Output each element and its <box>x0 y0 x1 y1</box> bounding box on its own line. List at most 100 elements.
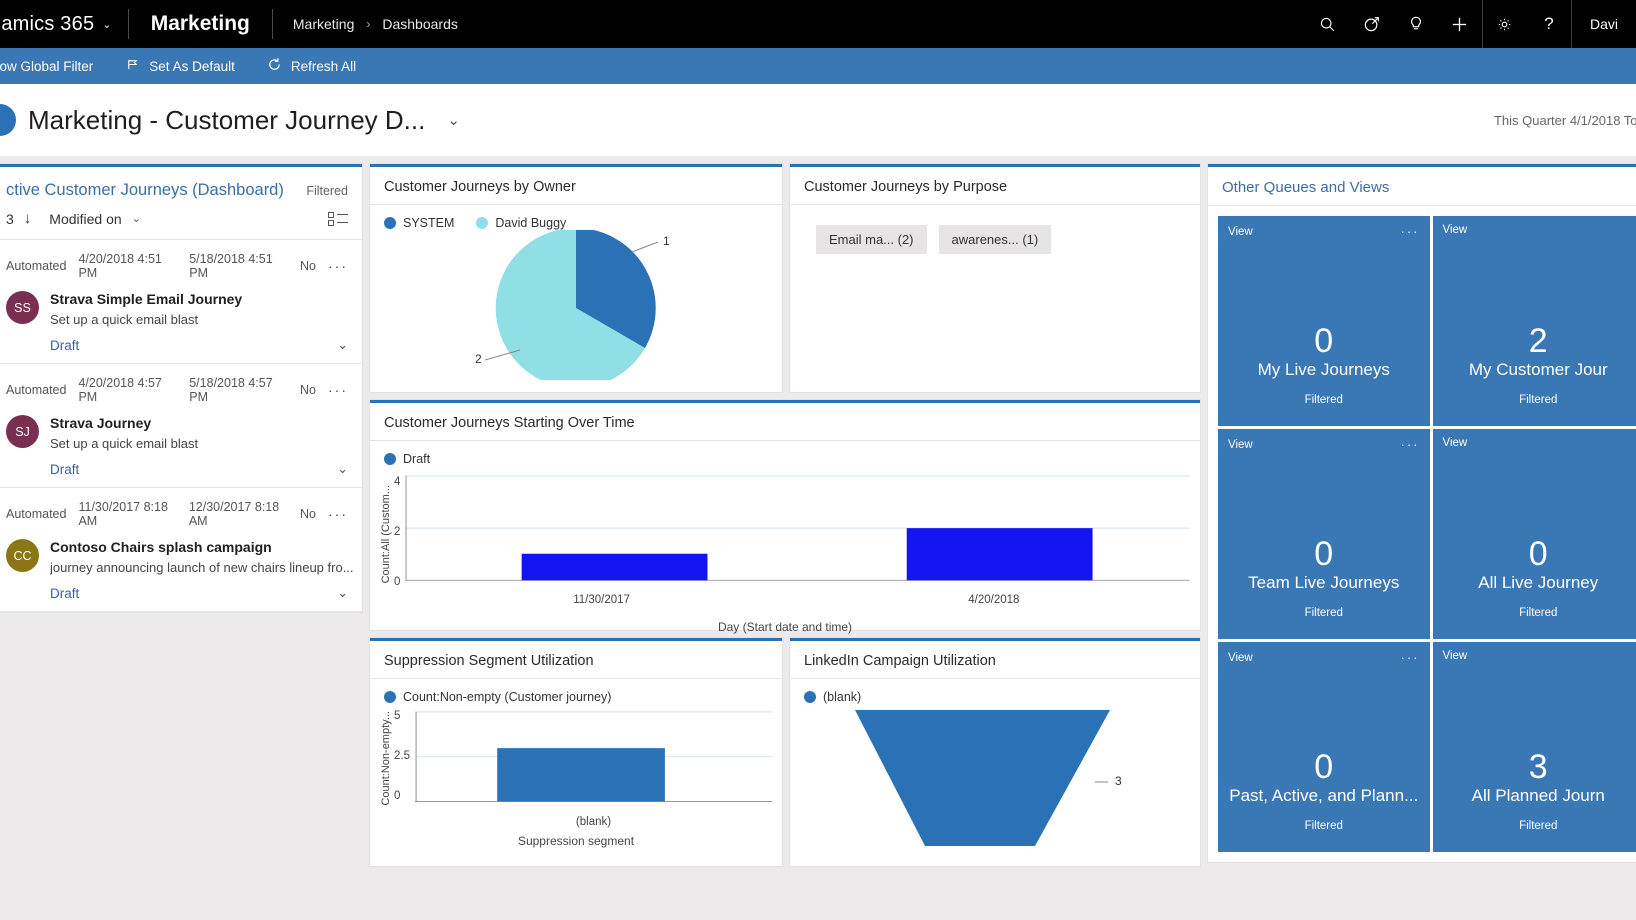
avatar: CC <box>6 539 39 572</box>
list-header: ctive Customer Journeys (Dashboard) Filt… <box>0 167 362 210</box>
status-badge[interactable]: Draft <box>50 338 79 353</box>
journey-start-date: 11/30/2017 8:18 AM <box>78 500 168 528</box>
tile-filtered-badge: Filtered <box>1519 394 1558 406</box>
tile-value: 0 <box>1314 322 1334 360</box>
more-options-icon[interactable]: ··· <box>328 506 348 522</box>
suppression-chart-legend: Count:Non-empty (Customer journey) <box>370 679 782 704</box>
bar-chart-title: Customer Journeys Starting Over Time <box>370 403 1200 441</box>
pie-chart-legend: SYSTEM David Buggy <box>370 205 782 230</box>
target-icon[interactable] <box>1350 0 1394 48</box>
queue-tile[interactable]: View ··· 0 My Live Journeys Filtered <box>1218 216 1430 426</box>
tile-label: My Customer Jour <box>1468 360 1608 379</box>
queue-tile[interactable]: View ··· 0 Team Live Journeys Filtered <box>1218 429 1430 639</box>
chevron-down-icon[interactable]: ⌄ <box>337 585 348 601</box>
journey-end-date: 5/18/2018 4:51 PM <box>189 252 273 280</box>
funnel-chart-svg[interactable] <box>790 704 1200 864</box>
legend-item-blank[interactable]: (blank) <box>804 690 861 704</box>
suppression-chart-title: Suppression Segment Utilization <box>370 641 782 679</box>
breadcrumb-item-dashboards[interactable]: Dashboards <box>382 16 458 32</box>
status-badge[interactable]: Draft <box>50 462 79 477</box>
purpose-chip-awareness[interactable]: awarenes... (1) <box>938 225 1052 254</box>
queue-tiles-grid: View ··· 0 My Live Journeys Filtered View 2 My … <box>1208 206 1636 852</box>
suppression-x-axis-title: Suppression segment <box>517 834 635 848</box>
tile-body: 0 Past, Active, and Plann... Filtered <box>1228 750 1420 838</box>
bar-chart-y-ticks: 4 2 0 <box>394 474 405 624</box>
pie-chart-svg[interactable] <box>370 227 782 388</box>
legend-label: David Buggy <box>495 216 567 230</box>
dashboard-selector-chevron-icon[interactable]: ⌄ <box>447 111 460 129</box>
legend-swatch-icon <box>384 453 396 465</box>
show-global-filter-button[interactable]: how Global Filter <box>0 48 109 84</box>
tile-label: All Planned Journ <box>1471 786 1605 805</box>
sort-by-label[interactable]: Modified on <box>49 211 121 227</box>
date-range-filter[interactable]: This Quarter 4/1/2018 To 6, <box>1494 113 1636 128</box>
more-options-icon[interactable]: ··· <box>1401 224 1420 239</box>
list-item[interactable]: Automated 4/20/2018 4:57 PM 5/18/2018 4:57… <box>0 364 362 488</box>
queue-tile[interactable]: View 3 All Planned Journ Filtered <box>1432 642 1636 852</box>
journey-flag: No <box>300 507 316 521</box>
queue-tile[interactable]: View 0 All Live Journey Filtered <box>1432 429 1636 639</box>
gear-icon[interactable] <box>1483 0 1527 48</box>
list-filtered-badge: Filtered <box>306 184 348 198</box>
dashboard-icon <box>0 104 16 136</box>
chevron-down-icon[interactable]: ⌄ <box>337 337 348 353</box>
search-icon[interactable] <box>1306 0 1350 48</box>
tile-body: 2 My Customer Jour Filtered <box>1443 324 1635 412</box>
legend-item-david-buggy[interactable]: David Buggy <box>476 216 566 230</box>
view-selector-icon[interactable] <box>328 211 348 226</box>
more-options-icon[interactable]: ··· <box>328 382 348 398</box>
lightbulb-icon[interactable] <box>1394 0 1438 48</box>
bar-chart-area[interactable]: 11/30/2017 4/20/2018 <box>405 474 1190 624</box>
journey-name[interactable]: Strava Journey <box>50 415 151 431</box>
legend-item-system[interactable]: SYSTEM <box>384 216 454 230</box>
status-badge[interactable]: Draft <box>50 586 79 601</box>
list-item[interactable]: Automated 4/20/2018 4:51 PM 5/18/2018 4:51… <box>0 240 362 364</box>
list-item[interactable]: Automated 11/30/2017 8:18 AM 12/30/2017 8:… <box>0 488 362 612</box>
sort-direction-icon[interactable]: ↓ <box>24 210 32 227</box>
customer-journeys-by-purpose-card: Customer Journeys by Purpose Email ma...… <box>790 164 1200 392</box>
funnel-chart-plot: 3 <box>790 704 1200 864</box>
legend-item-count-nonempty[interactable]: Count:Non-empty (Customer journey) <box>384 690 611 704</box>
funnel-label-value: 3 <box>1115 774 1122 788</box>
more-options-icon[interactable]: ··· <box>1401 650 1420 665</box>
more-options-icon[interactable]: ··· <box>328 258 348 274</box>
journey-type: Automated <box>6 507 67 521</box>
more-options-icon[interactable]: ··· <box>1401 437 1420 452</box>
help-icon[interactable]: ? <box>1527 0 1571 48</box>
tile-kind: View <box>1442 224 1468 236</box>
journey-type: Automated <box>6 259 67 273</box>
legend-item-draft[interactable]: Draft <box>384 452 430 466</box>
set-as-default-button[interactable]: Set As Default <box>109 48 251 84</box>
list-item-footer: Draft ⌄ <box>6 461 348 477</box>
suppression-y-axis-title: Count:Non-empty... <box>380 710 392 806</box>
list-title[interactable]: ctive Customer Journeys (Dashboard) <box>6 181 284 200</box>
list-item-meta: Automated 4/20/2018 4:51 PM 5/18/2018 4:51… <box>6 252 348 280</box>
journey-name[interactable]: Contoso Chairs splash campaign <box>50 539 272 555</box>
queue-tile[interactable]: View 2 My Customer Jour Filtered <box>1432 216 1636 426</box>
tile-filtered-badge: Filtered <box>1304 394 1343 406</box>
queue-tile[interactable]: View ··· 0 Past, Active, and Plann... Filter… <box>1218 642 1430 852</box>
breadcrumb-item-marketing[interactable]: Marketing <box>293 16 354 32</box>
purpose-chip-email[interactable]: Email ma... (2) <box>816 225 927 254</box>
sort-chevron-down-icon[interactable]: ⌄ <box>132 212 141 225</box>
page-title: Marketing - Customer Journey D... <box>28 104 426 135</box>
journey-description: Set up a quick email blast <box>50 312 199 327</box>
chevron-down-icon[interactable]: ⌄ <box>102 18 111 31</box>
tile-filtered-badge: Filtered <box>1519 820 1558 832</box>
chevron-down-icon[interactable]: ⌄ <box>337 461 348 477</box>
refresh-all-button[interactable]: Refresh All <box>251 48 372 84</box>
app-name[interactable]: Marketing <box>129 0 272 48</box>
other-queues-and-views-card: Other Queues and Views View ··· 0 My Live J… <box>1208 164 1636 862</box>
tile-label: All Live Journey <box>1478 573 1599 592</box>
legend-label: SYSTEM <box>403 216 455 230</box>
tile-body: 0 Team Live Journeys Filtered <box>1228 537 1420 625</box>
user-name[interactable]: Davi <box>1572 0 1636 48</box>
journey-name[interactable]: Strava Simple Email Journey <box>50 291 242 307</box>
tile-header: View ··· <box>1228 224 1420 239</box>
plus-icon[interactable] <box>1438 0 1482 48</box>
suppression-chart-plot: Count:Non-empty... 5 2.5 0 (blank) <box>370 704 782 832</box>
tile-label: My Live Journeys <box>1257 360 1390 379</box>
suppression-chart-area[interactable]: (blank) <box>415 710 772 832</box>
tile-value: 2 <box>1528 322 1548 360</box>
dynamics-brand-button[interactable]: namics 365 ⌄ <box>0 0 128 48</box>
